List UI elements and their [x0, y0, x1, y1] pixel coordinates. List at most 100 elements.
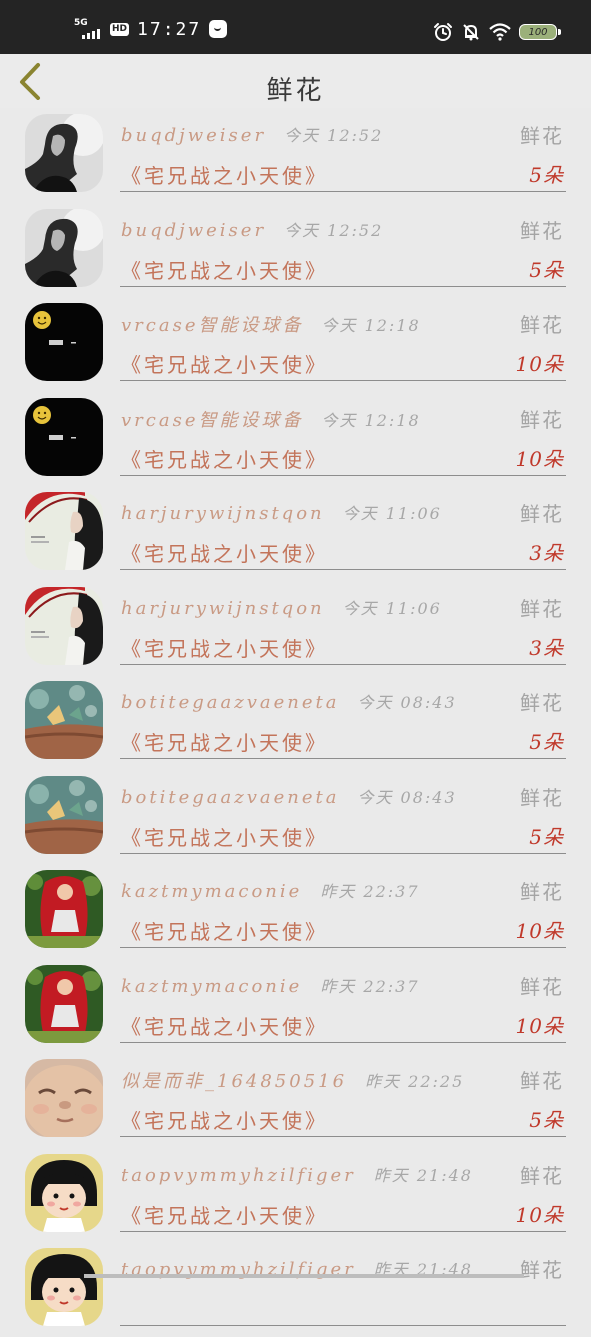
avatar[interactable]: [25, 1248, 103, 1326]
sender-name-text: harjurywijnstqon: [121, 597, 325, 619]
gift-target-title: 《宅兄战之小天使》: [121, 1109, 328, 1133]
list-item[interactable]: vrcase智能设球备 今天 12:18 鲜花 《宅兄战之小天使》 10朵: [0, 392, 591, 487]
list-item[interactable]: kaztmymaconie 昨天 22:37 鲜花 《宅兄战之小天使》 10朵: [0, 864, 591, 959]
list-item[interactable]: kaztmymaconie 昨天 22:37 鲜花《宅兄战之小天使》 10朵: [0, 959, 591, 1054]
gift-type: 鲜花: [520, 313, 564, 337]
hd-icon: HD: [110, 22, 130, 36]
list-item[interactable]: taopvymmyhzilfiger 昨天 21:48 鲜花: [0, 1242, 591, 1337]
sender-name: buqdjweiser 今天 12:52: [121, 122, 383, 146]
sender-name-text: botitegaazvaeneta: [121, 786, 340, 808]
timestamp: 今天 11:06: [342, 598, 442, 618]
avatar[interactable]: [25, 681, 103, 759]
gift-target-title: 《宅兄战之小天使》: [121, 731, 328, 755]
sender-name-text: 似是而非_164850516: [121, 1071, 348, 1092]
list-item[interactable]: buqdjweiser 今天 12:52 鲜花 《宅兄战之小天使》 5朵: [0, 203, 591, 298]
gift-count: 5朵: [529, 1108, 564, 1132]
gift-count: 5朵: [529, 824, 564, 849]
list-item[interactable]: botitegaazvaeneta 今天 08:43 鲜花 《宅兄战之小天使》 5朵: [0, 770, 591, 865]
sender-name: botitegaazvaeneta 今天 08:43: [121, 689, 457, 713]
sender-name: harjurywijnstqon 今天 11:06: [121, 595, 442, 619]
divider: [120, 191, 566, 192]
gift-type: 鲜花: [520, 880, 564, 904]
avatar[interactable]: [25, 303, 103, 381]
gift-type: 鲜花: [520, 502, 564, 526]
list-item[interactable]: taopvymmyhzilfiger 昨天 21:48 鲜花 《宅兄战之小天使》 10朵: [0, 1148, 591, 1243]
gift-count: 5朵: [529, 257, 564, 282]
timestamp: 今天 11:06: [342, 504, 442, 523]
page-title: 鲜花: [266, 76, 325, 106]
sender-name-text: kaztmymaconie: [121, 881, 303, 902]
avatar[interactable]: [25, 208, 103, 287]
avatar[interactable]: [25, 964, 103, 1043]
divider: [120, 1136, 566, 1137]
timestamp: 今天 12:18: [321, 316, 421, 335]
gift-type: 鲜花: [520, 974, 564, 999]
list-item[interactable]: harjurywijnstqon 今天 11:06 鲜花《宅兄战之小天使》 3朵: [0, 581, 591, 676]
notifications-off-icon: [463, 24, 479, 41]
timestamp: 今天 12:52: [284, 126, 384, 145]
avatar[interactable]: [25, 397, 103, 476]
sender-name-text: vrcase智能设球备: [121, 409, 304, 431]
gift-target-title: 《宅兄战之小天使》: [121, 1014, 328, 1039]
avatar[interactable]: [25, 775, 103, 854]
sender-name-text: taopvymmyhzilfiger: [121, 1164, 356, 1186]
signal-icon: 5G: [74, 18, 102, 40]
status-bar-left: 5G HD 17:27: [74, 18, 228, 40]
divider: [120, 1041, 566, 1043]
gift-count: 10朵: [515, 1013, 564, 1038]
divider: [120, 663, 566, 665]
header: 鲜花: [0, 54, 591, 108]
gift-count: 5朵: [529, 163, 564, 187]
status-time: 17:27: [137, 18, 202, 40]
gift-target-title: 《宅兄战之小天使》: [121, 164, 328, 188]
sender-name-text: vrcase智能设球备: [121, 315, 304, 336]
sender-name: vrcase智能设球备 今天 12:18: [121, 406, 421, 432]
gift-count: 3朵: [529, 635, 564, 660]
gift-target-title: 《宅兄战之小天使》: [121, 353, 328, 377]
timestamp: 昨天 22:37: [320, 976, 420, 996]
divider: [120, 947, 566, 948]
divider: [120, 758, 566, 759]
gift-count: 10朵: [515, 919, 564, 943]
list-item[interactable]: 似是而非_164850516 昨天 22:25 鲜花 《宅兄战之小天使》 5朵: [0, 1053, 591, 1148]
gift-type: 鲜花: [520, 407, 564, 432]
avatar[interactable]: [25, 492, 103, 570]
gift-target-title: 《宅兄战之小天使》: [121, 825, 328, 850]
sender-name: kaztmymaconie 昨天 22:37: [121, 973, 420, 997]
avatar[interactable]: [25, 1153, 103, 1232]
wifi-icon: [489, 23, 511, 41]
avatar[interactable]: [25, 870, 103, 948]
gift-type: 鲜花: [520, 596, 564, 621]
gift-type: 鲜花: [520, 691, 564, 715]
gift-count: 5朵: [529, 730, 564, 754]
timestamp: 今天 08:43: [357, 693, 457, 712]
divider: [120, 474, 566, 476]
divider: [120, 1325, 566, 1326]
gift-target-title: 《宅兄战之小天使》: [121, 920, 328, 944]
avatar[interactable]: [25, 586, 103, 665]
gift-count: 10朵: [515, 352, 564, 376]
scroll-indicator: [84, 1274, 524, 1278]
message-icon: [209, 20, 228, 38]
gift-type: 鲜花: [520, 218, 564, 243]
sender-name-text: harjurywijnstqon: [121, 503, 325, 524]
gift-target-title: 《宅兄战之小天使》: [121, 447, 328, 472]
network-type: 5G: [74, 18, 88, 28]
list-item[interactable]: vrcase智能设球备 今天 12:18 鲜花《宅兄战之小天使》 10朵: [0, 297, 591, 392]
gift-record-list[interactable]: buqdjweiser 今天 12:52 鲜花 《宅兄战之小天使》 5朵 buqdjwei…: [0, 108, 591, 1337]
gift-target-title: 《宅兄战之小天使》: [121, 636, 328, 661]
sender-name-text: buqdjweiser: [121, 219, 267, 241]
sender-name-text: botitegaazvaeneta: [121, 692, 340, 713]
divider: [120, 569, 566, 570]
sender-name: buqdjweiser 今天 12:52: [121, 217, 383, 241]
gift-type: 鲜花: [520, 1163, 564, 1188]
list-item[interactable]: harjurywijnstqon 今天 11:06 鲜花 《宅兄战之小天使》 3朵: [0, 486, 591, 581]
avatar[interactable]: [25, 1059, 103, 1137]
gift-count: 3朵: [529, 541, 564, 565]
timestamp: 今天 12:52: [284, 220, 384, 240]
list-item[interactable]: buqdjweiser 今天 12:52 鲜花 《宅兄战之小天使》 5朵: [0, 108, 591, 203]
alarm-icon: [434, 23, 452, 41]
avatar[interactable]: [25, 114, 103, 192]
gift-type: 鲜花: [520, 785, 564, 810]
list-item[interactable]: botitegaazvaeneta 今天 08:43 鲜花《宅兄战之小天使》 5朵: [0, 675, 591, 770]
